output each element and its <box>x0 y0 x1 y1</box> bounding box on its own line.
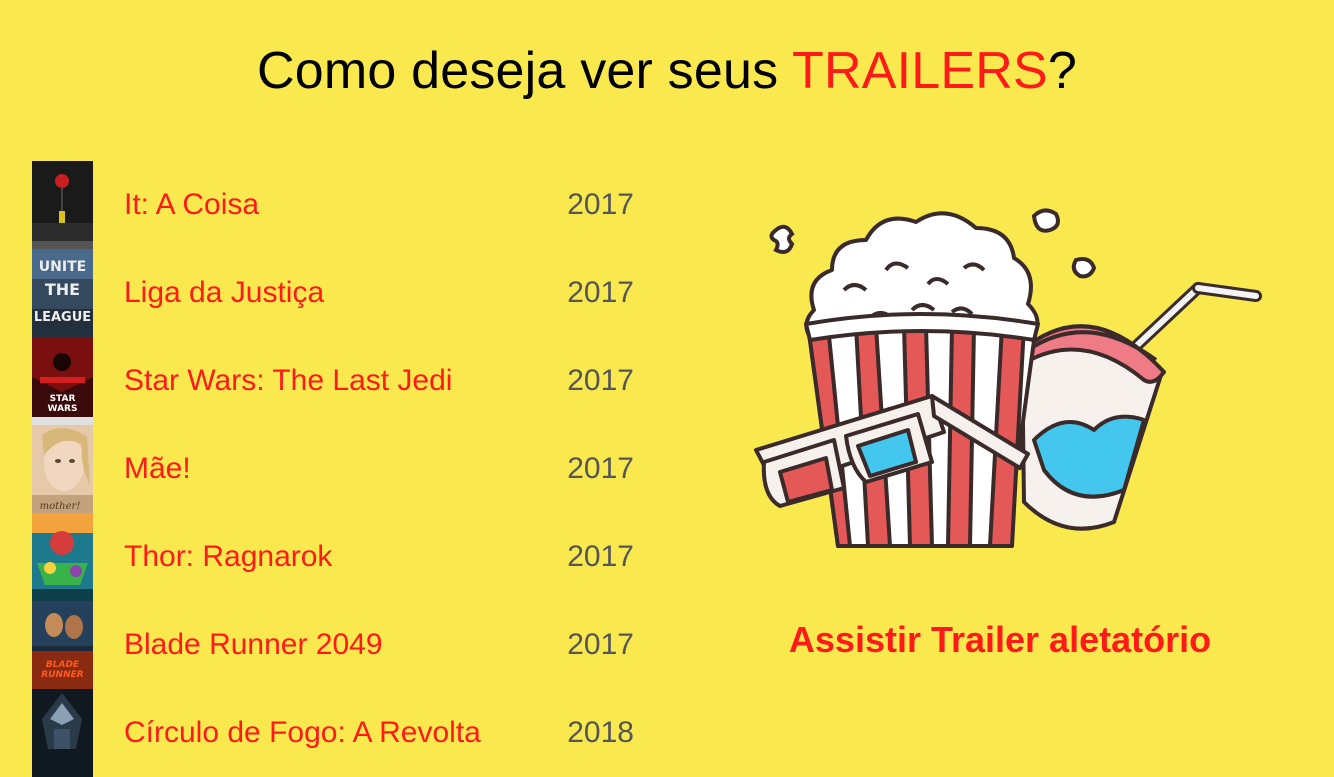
poster-text: THE <box>45 280 80 299</box>
page-title-accent: TRAILERS <box>792 42 1048 100</box>
movie-title: Círculo de Fogo: A Revolta <box>124 716 481 749</box>
movie-year: 2017 <box>567 364 634 397</box>
poster-text: RUNNER <box>41 670 83 680</box>
poster-text: BLADE <box>46 660 80 670</box>
movie-year: 2017 <box>567 452 634 485</box>
movie-row-thor-ragnarok[interactable]: Thor: Ragnarok 2017 <box>32 513 652 601</box>
movie-list: It: A Coisa 2017 UNITE THE LEAGUE Liga d… <box>32 161 652 777</box>
movie-poster <box>32 513 93 601</box>
movie-row-star-wars[interactable]: STAR WARS Star Wars: The Last Jedi 2017 <box>32 337 652 425</box>
movie-row-it[interactable]: It: A Coisa 2017 <box>32 161 652 249</box>
poster-text: UNITE <box>39 259 86 275</box>
movie-year: 2018 <box>567 716 634 749</box>
movie-row-circulo-de-fogo[interactable]: Círculo de Fogo: A Revolta 2018 <box>32 689 652 777</box>
movie-poster <box>32 689 93 777</box>
movie-year: 2017 <box>567 628 634 661</box>
movie-poster: STAR WARS <box>32 337 93 425</box>
poster-text: STAR <box>50 394 76 404</box>
random-trailer-button[interactable]: Assistir Trailer aletatório <box>740 618 1260 662</box>
movie-poster: BLADE RUNNER <box>32 601 93 689</box>
movie-row-mae[interactable]: mother! Mãe! 2017 <box>32 425 652 513</box>
poster-text: mother! <box>40 501 81 512</box>
movie-title: Mãe! <box>124 452 191 485</box>
poster-text: WARS <box>48 404 78 414</box>
movie-year: 2017 <box>567 276 634 309</box>
page-title-suffix: ? <box>1047 42 1078 100</box>
movie-title: Blade Runner 2049 <box>124 628 383 661</box>
movie-row-blade-runner[interactable]: BLADE RUNNER Blade Runner 2049 2017 <box>32 601 652 689</box>
movie-poster: mother! <box>32 425 93 513</box>
page-title-prefix: Como deseja ver seus <box>256 42 793 100</box>
movie-title: Star Wars: The Last Jedi <box>124 364 453 397</box>
movie-poster <box>32 161 93 249</box>
poster-text: LEAGUE <box>34 310 91 325</box>
movie-poster: UNITE THE LEAGUE <box>32 249 93 337</box>
movie-row-liga-da-justica[interactable]: UNITE THE LEAGUE Liga da Justiça 2017 <box>32 249 652 337</box>
movie-year: 2017 <box>567 540 634 573</box>
movie-title: It: A Coisa <box>124 188 260 221</box>
popcorn-illustration <box>752 200 1268 566</box>
movie-year: 2017 <box>567 188 634 221</box>
movie-title: Thor: Ragnarok <box>124 540 333 573</box>
page-title: Como deseja ver seus TRAILERS? <box>0 38 1334 104</box>
movie-title: Liga da Justiça <box>124 276 325 309</box>
